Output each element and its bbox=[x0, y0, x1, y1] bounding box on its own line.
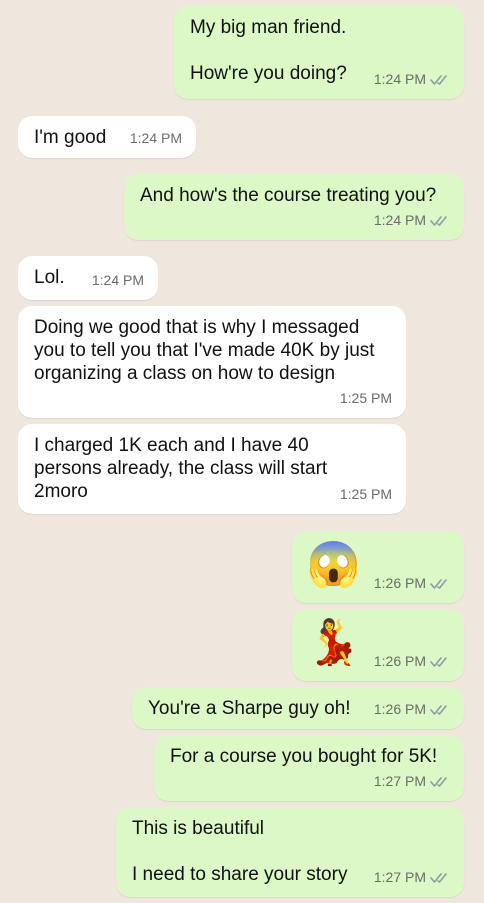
message-bubble-incoming[interactable]: I charged 1K each and I have 40 persons … bbox=[18, 424, 406, 514]
chat-background: My big man friend. How're you doing? 1:2… bbox=[0, 0, 484, 903]
message-time: 1:24 PM bbox=[91, 272, 144, 288]
message-bubble-incoming[interactable]: Doing we good that is why I messaged you… bbox=[18, 306, 406, 418]
message-time: 1:27 PM bbox=[373, 869, 426, 885]
message-text: Doing we good that is why I messaged you… bbox=[34, 317, 375, 384]
message-meta: 1:27 PM bbox=[374, 770, 450, 793]
message-meta: 1:24 PM bbox=[130, 127, 182, 150]
message-time: 1:24 PM bbox=[373, 71, 426, 87]
message-bubble-outgoing[interactable]: You're a Sharpe guy oh! 1:26 PM bbox=[132, 687, 464, 729]
message-meta: 1:25 PM bbox=[340, 483, 392, 506]
message-meta: 1:24 PM bbox=[374, 68, 450, 91]
message-meta: 1:24 PM bbox=[374, 209, 450, 232]
dancer-emoji: 💃 bbox=[306, 618, 361, 667]
message-meta: 1:25 PM bbox=[340, 387, 392, 410]
double-check-icon bbox=[430, 704, 447, 715]
double-check-icon bbox=[430, 215, 447, 226]
double-check-icon bbox=[430, 74, 447, 85]
message-meta: 1:26 PM bbox=[374, 698, 450, 721]
message-time: 1:26 PM bbox=[373, 575, 426, 591]
message-meta: 1:24 PM bbox=[92, 269, 144, 292]
double-check-icon bbox=[430, 578, 447, 589]
message-time: 1:25 PM bbox=[339, 486, 392, 502]
message-time: 1:24 PM bbox=[129, 130, 182, 146]
message-bubble-outgoing[interactable]: My big man friend. How're you doing? 1:2… bbox=[174, 6, 464, 99]
message-bubble-incoming[interactable]: Lol. 1:24 PM bbox=[18, 256, 158, 300]
message-bubble-outgoing[interactable]: 💃 1:26 PM bbox=[292, 609, 464, 681]
message-time: 1:24 PM bbox=[373, 212, 426, 228]
message-text: And how's the course treating you? bbox=[140, 185, 437, 206]
message-text: I charged 1K each and I have 40 persons … bbox=[34, 435, 328, 502]
message-meta: 1:26 PM bbox=[374, 572, 450, 595]
message-time: 1:25 PM bbox=[339, 390, 392, 406]
message-bubble-outgoing[interactable]: This is beautiful I need to share your s… bbox=[116, 807, 464, 897]
message-time: 1:27 PM bbox=[373, 773, 426, 789]
message-time: 1:26 PM bbox=[373, 653, 426, 669]
double-check-icon bbox=[430, 872, 447, 883]
message-bubble-outgoing[interactable]: And how's the course treating you? 1:24 … bbox=[124, 174, 464, 240]
message-text: For a course you bought for 5K! bbox=[170, 746, 438, 767]
double-check-icon bbox=[430, 656, 447, 667]
message-bubble-outgoing[interactable]: For a course you bought for 5K! 1:27 PM bbox=[154, 735, 464, 801]
message-bubble-incoming[interactable]: I'm good 1:24 PM bbox=[18, 116, 196, 158]
message-meta: 1:27 PM bbox=[374, 866, 450, 889]
message-meta: 1:26 PM bbox=[374, 650, 450, 673]
message-time: 1:26 PM bbox=[373, 701, 426, 717]
message-bubble-outgoing[interactable]: 😱 1:26 PM bbox=[292, 531, 464, 603]
double-check-icon bbox=[430, 776, 447, 787]
scream-emoji: 😱 bbox=[306, 540, 361, 589]
